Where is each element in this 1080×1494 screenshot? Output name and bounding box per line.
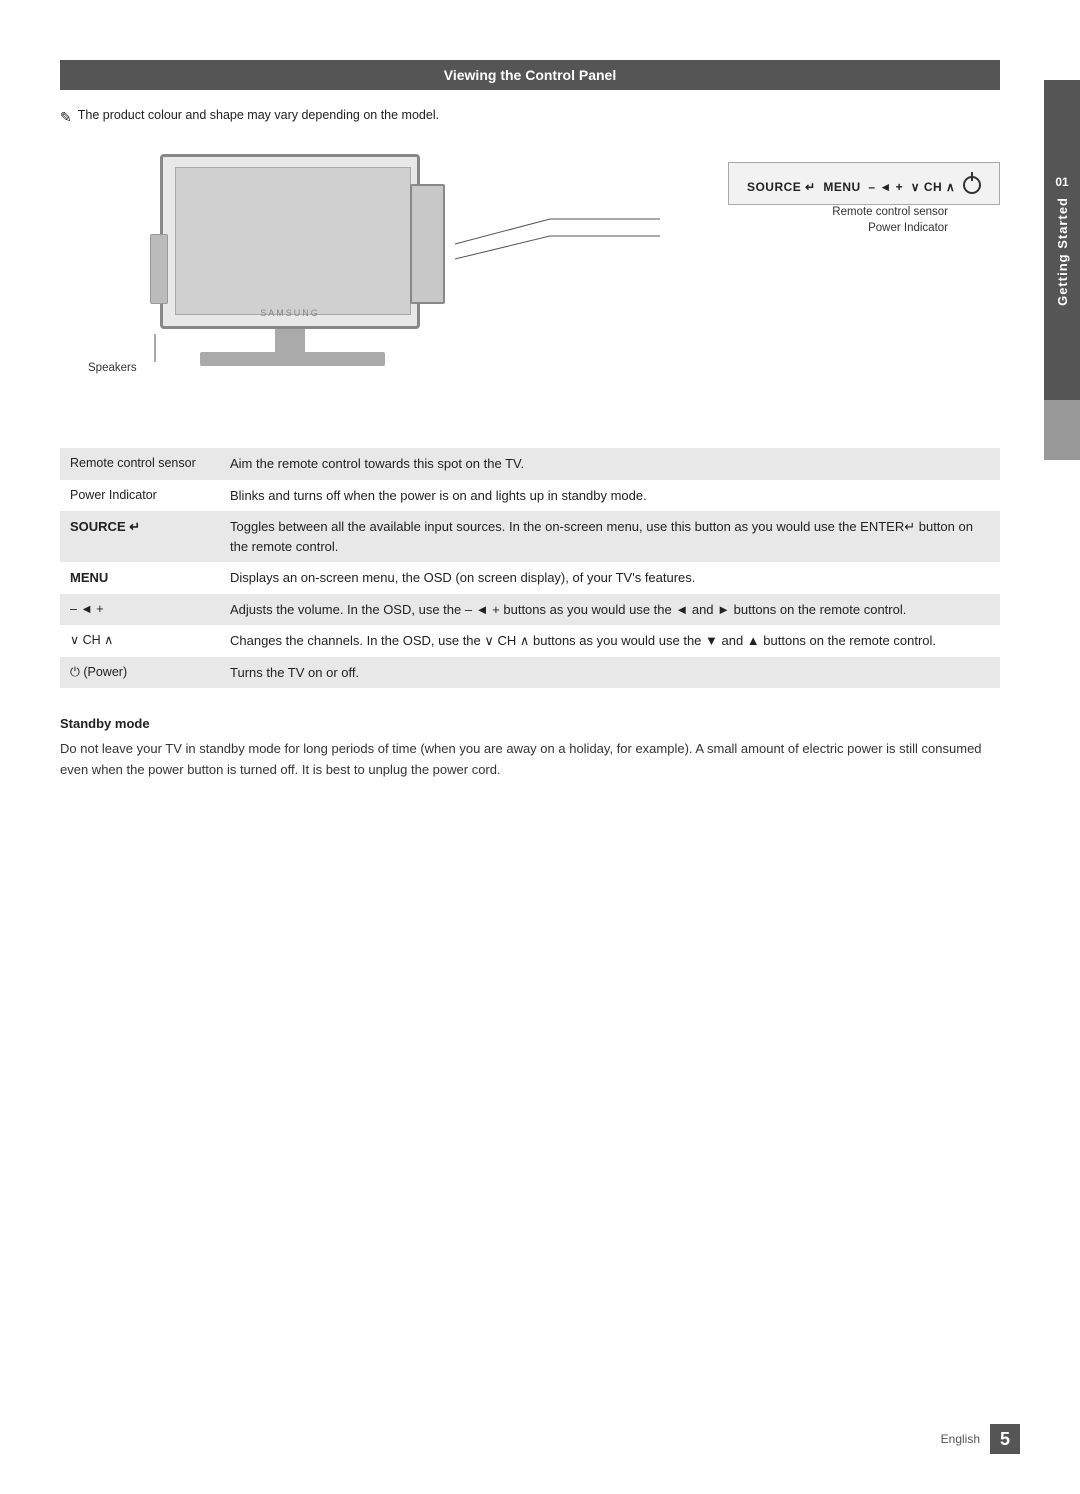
table-row-label: SOURCE ↵ [60, 511, 220, 562]
footer: English 5 [941, 1424, 1020, 1454]
standby-section: Standby mode Do not leave your TV in sta… [60, 716, 1000, 781]
footer-page-number: 5 [990, 1424, 1020, 1454]
feature-table: Remote control sensorAim the remote cont… [60, 448, 1000, 688]
table-row-label: ⏻ (Power) [60, 657, 220, 689]
table-row-description: Turns the TV on or off. [220, 657, 1000, 689]
section-tab-bar [1044, 400, 1080, 460]
table-row-label: Remote control sensor [60, 448, 220, 480]
table-row-label: Power Indicator [60, 480, 220, 512]
table-row-description: Displays an on-screen menu, the OSD (on … [220, 562, 1000, 594]
tv-illustration: SAMSUNG [120, 154, 460, 384]
section-tab: 01 Getting Started [1044, 80, 1080, 400]
standby-text: Do not leave your TV in standby mode for… [60, 739, 1000, 781]
tv-speaker-left [150, 234, 168, 304]
note-text: The product colour and shape may vary de… [78, 108, 439, 122]
callout-remote-sensor: Remote control sensor [832, 206, 948, 218]
callout-speakers: Speakers [88, 362, 137, 374]
diagram-area: SAMSUNG SOURCE ↵ MENU – ◄ + ∨ CH ∧ [60, 144, 1000, 424]
table-row-description: Changes the channels. In the OSD, use th… [220, 625, 1000, 657]
table-row-description: Aim the remote control towards this spot… [220, 448, 1000, 480]
table-row-description: Toggles between all the available input … [220, 511, 1000, 562]
main-content: Viewing the Control Panel ✎ The product … [60, 60, 1000, 781]
table-row-label: ∨ CH ∧ [60, 625, 220, 657]
tv-stand-base [200, 352, 385, 366]
table-row-label: – ◄ + [60, 594, 220, 626]
tv-side-panel [410, 184, 445, 304]
table-row-label: MENU [60, 562, 220, 594]
tv-screen-inner [175, 167, 411, 315]
footer-language: English [941, 1432, 980, 1446]
note-line: ✎ The product colour and shape may vary … [60, 108, 1000, 126]
tv-brand: SAMSUNG [260, 308, 320, 318]
control-panel-text: SOURCE ↵ MENU – ◄ + ∨ CH ∧ [747, 173, 981, 194]
note-icon: ✎ [60, 109, 72, 126]
standby-title: Standby mode [60, 716, 1000, 731]
control-panel-box: SOURCE ↵ MENU – ◄ + ∨ CH ∧ [728, 162, 1000, 205]
section-number: 01 [1055, 175, 1068, 189]
page-title: Viewing the Control Panel [60, 60, 1000, 90]
table-row-description: Adjusts the volume. In the OSD, use the … [220, 594, 1000, 626]
table-row-description: Blinks and turns off when the power is o… [220, 480, 1000, 512]
tv-stand-neck [275, 329, 305, 354]
callout-power-indicator: Power Indicator [868, 222, 948, 234]
tv-screen-outer: SAMSUNG [160, 154, 420, 329]
section-title: Getting Started [1055, 197, 1070, 306]
